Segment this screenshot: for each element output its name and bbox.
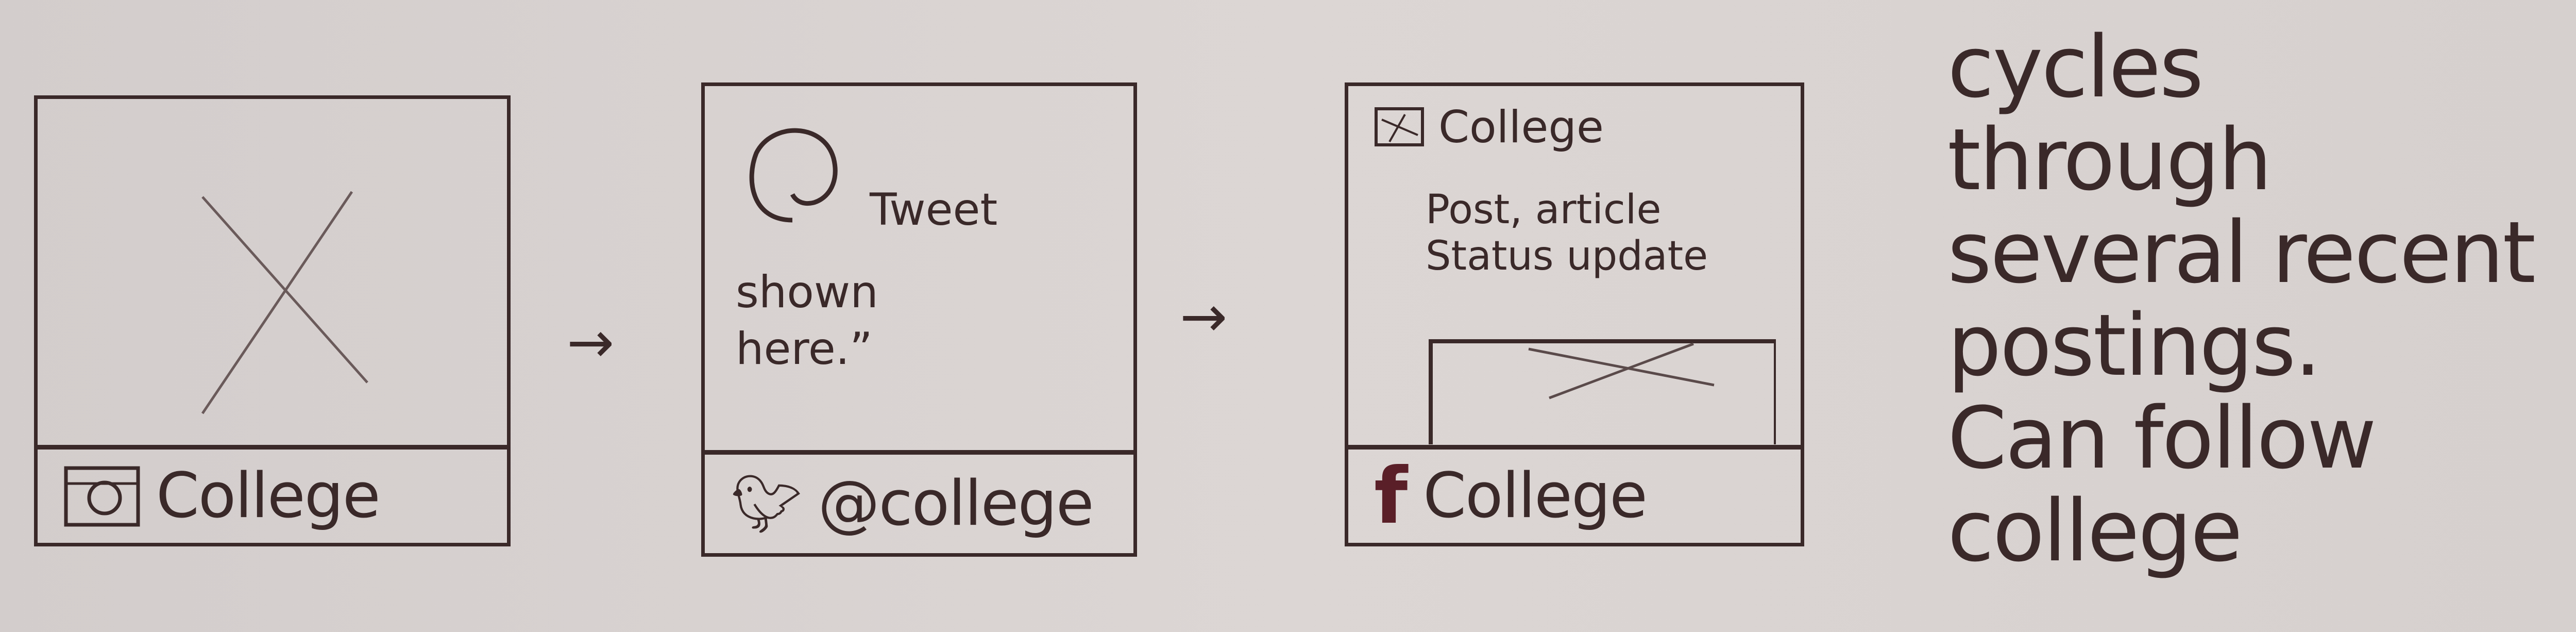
avatar-icon [749, 128, 838, 223]
post-text-line: Post, article [1426, 187, 1662, 233]
account-name: College [1423, 460, 1648, 532]
tweet-text-line: here.” [736, 323, 873, 375]
panel-footer[interactable]: f College [1348, 445, 1801, 543]
account-handle: @college [818, 468, 1094, 540]
note-line: college [1947, 481, 2243, 580]
panel-footer[interactable]: College [38, 445, 507, 543]
page-name: College [1438, 102, 1604, 153]
arrow-icon: → [1180, 284, 1228, 350]
arrow-icon: → [567, 309, 615, 375]
tweet-text-line: shown [736, 267, 878, 318]
instagram-icon [63, 463, 141, 530]
twitter-panel: Tweet shown here.” 🐦︎ @college [701, 82, 1137, 557]
twitter-bird-icon: 🐦︎ [731, 471, 803, 537]
facebook-icon: f [1374, 451, 1408, 541]
note-line: through [1947, 110, 2272, 209]
profile-image-placeholder-icon [1375, 107, 1424, 146]
image-placeholder-icon [201, 191, 368, 414]
note-line: postings. [1947, 296, 2321, 395]
account-name: College [156, 460, 381, 532]
note-line: cycles [1947, 18, 2204, 117]
tweet-text-line: Tweet [870, 184, 998, 236]
post-image-placeholder-icon [1429, 339, 1776, 444]
post-text-line: Status update [1426, 233, 1708, 279]
panel-footer[interactable]: 🐦︎ @college [705, 450, 1133, 553]
instagram-panel: College [34, 95, 511, 546]
note-line: Can follow [1947, 389, 2377, 488]
facebook-panel: College Post, article Status update f Co… [1345, 82, 1804, 546]
annotation-notes: cycles through several recent postings. … [1947, 18, 2536, 580]
note-line: several recent [1947, 203, 2536, 302]
